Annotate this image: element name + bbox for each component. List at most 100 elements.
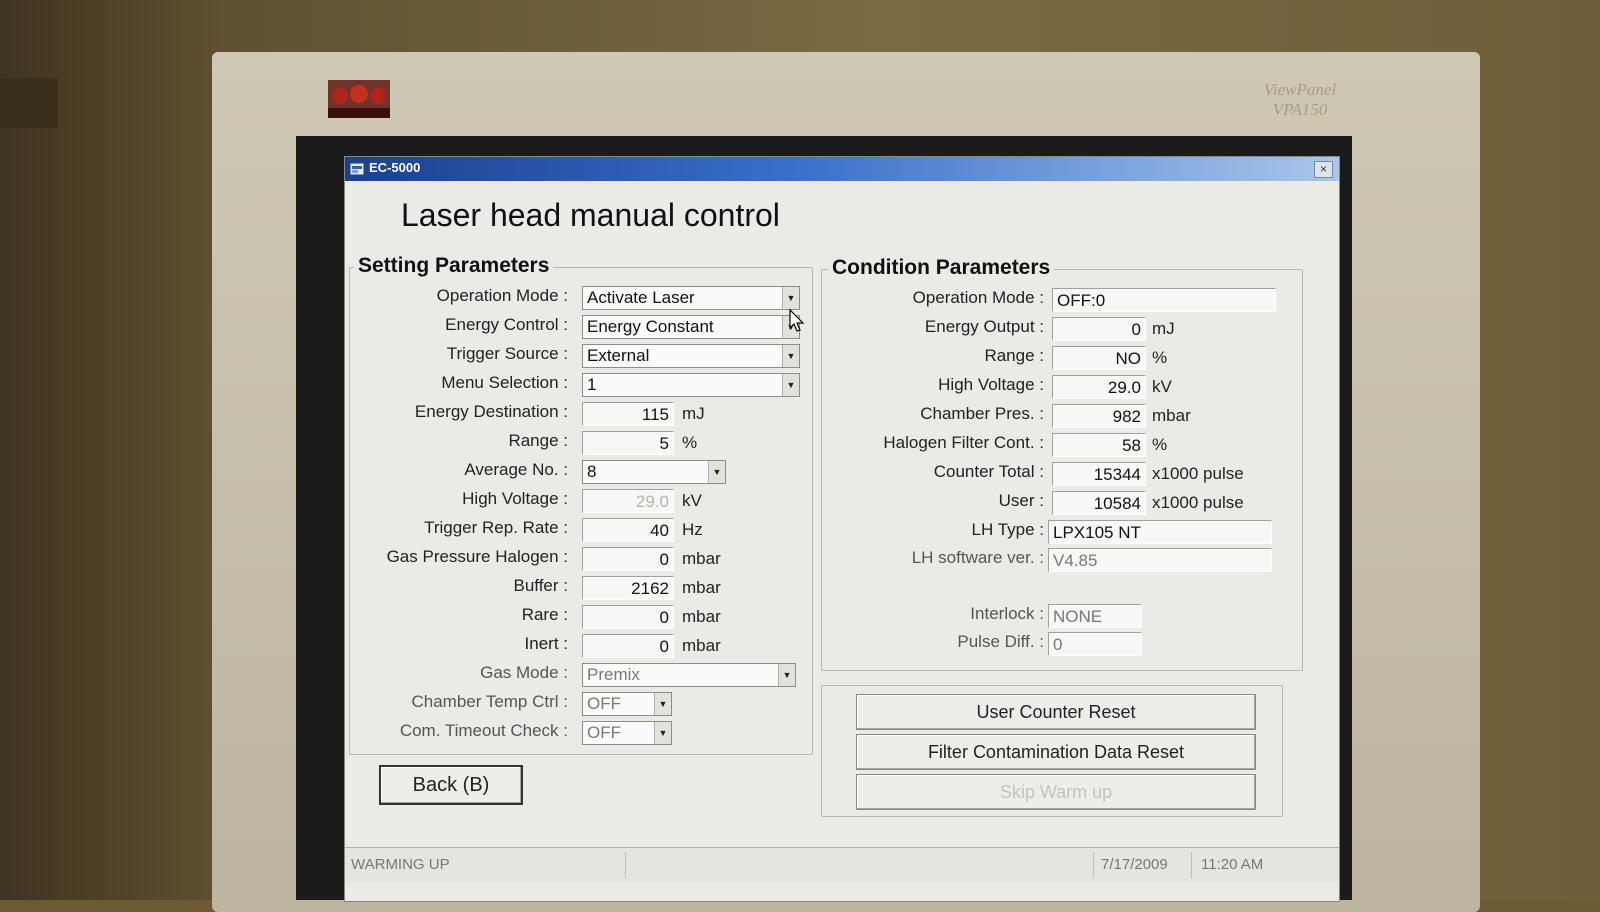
lh-type-label: LH Type : (971, 520, 1044, 539)
chamber-pres-label: Chamber Pres. : (920, 404, 1044, 423)
energy-output-unit: mJ (1152, 319, 1175, 338)
monitor-model-label: ViewPanel VPA150 (1240, 80, 1360, 122)
chamber-temp-ctrl-select[interactable]: OFF ▼ (582, 692, 672, 716)
menu-selection-label: Menu Selection : (441, 373, 568, 392)
buffer-label: Buffer : (513, 576, 569, 595)
filter-contamination-reset-button[interactable]: Filter Contamination Data Reset (856, 734, 1256, 770)
counter-total-field: 15344 (1052, 462, 1146, 486)
cond-high-voltage-field: 29.0 (1052, 375, 1146, 399)
skip-warm-up-button[interactable]: Skip Warm up (856, 774, 1256, 810)
operation-mode-value: Activate Laser (587, 288, 695, 307)
cond-operation-mode-label: Operation Mode : (912, 288, 1044, 307)
status-divider (1093, 852, 1094, 878)
status-message: WARMING UP (351, 856, 450, 873)
cond-range-label: Range : (984, 346, 1044, 365)
user-unit: x1000 pulse (1152, 493, 1244, 512)
condition-parameters-group: Condition Parameters Operation Mode : OF… (821, 256, 1303, 671)
energy-control-select[interactable]: Energy Constant ▼ (582, 315, 800, 339)
pulse-diff-field: 0 (1048, 632, 1142, 656)
counter-total-label: Counter Total : (933, 462, 1044, 481)
halogen-filter-cont-unit: % (1152, 435, 1168, 454)
trigger-rep-rate-field[interactable]: 40 (582, 518, 674, 542)
lh-type-field: LPX105 NT (1048, 520, 1272, 544)
halogen-filter-cont-label: Halogen Filter Cont. : (883, 433, 1044, 452)
range-field[interactable]: 5 (582, 431, 674, 455)
inert-unit: mbar (682, 636, 721, 655)
menu-selection-value: 1 (587, 375, 597, 394)
high-voltage-unit: kV (682, 491, 702, 510)
chevron-down-icon[interactable]: ▼ (778, 664, 795, 686)
chamber-pres-unit: mbar (1152, 406, 1191, 425)
gas-pressure-halogen-field[interactable]: 0 (582, 547, 674, 571)
average-no-label: Average No. : (464, 460, 568, 479)
operation-mode-select[interactable]: Activate Laser ▼ (582, 286, 800, 310)
trigger-source-label: Trigger Source : (446, 344, 568, 363)
user-label: User : (998, 491, 1044, 510)
range-unit: % (682, 433, 698, 452)
back-button[interactable]: Back (B) (379, 765, 523, 805)
operation-mode-label: Operation Mode : (436, 286, 568, 305)
chevron-down-icon[interactable]: ▼ (782, 374, 799, 396)
interlock-field: NONE (1048, 604, 1142, 628)
energy-output-field: 0 (1052, 317, 1146, 341)
buffer-field[interactable]: 2162 (582, 576, 674, 600)
chevron-down-icon[interactable]: ▼ (708, 461, 725, 483)
chevron-down-icon[interactable]: ▼ (654, 722, 671, 744)
energy-control-label: Energy Control : (445, 315, 568, 334)
mouse-cursor-icon (789, 309, 805, 332)
chevron-down-icon[interactable]: ▼ (782, 287, 799, 309)
gas-pressure-halogen-label: Gas Pressure Halogen : (386, 547, 568, 566)
setting-parameters-title: Setting Parameters (354, 254, 554, 278)
rare-label: Rare : (521, 605, 568, 624)
energy-destination-unit: mJ (682, 404, 705, 423)
average-no-select[interactable]: 8 ▼ (582, 460, 726, 484)
lh-software-ver-field: V4.85 (1048, 548, 1272, 572)
status-divider (1191, 852, 1192, 878)
status-date: 7/17/2009 (1101, 856, 1168, 873)
chamber-temp-ctrl-value: OFF (587, 694, 621, 713)
inert-field[interactable]: 0 (582, 634, 674, 658)
high-voltage-field: 29.0 (582, 489, 674, 513)
counter-total-unit: x1000 pulse (1152, 464, 1244, 483)
lh-software-ver-label: LH software ver. : (911, 548, 1044, 567)
user-field: 10584 (1052, 491, 1146, 515)
gas-mode-label: Gas Mode : (480, 663, 568, 682)
title-bar[interactable]: EC-5000 × (345, 157, 1339, 181)
energy-destination-field[interactable]: 115 (582, 402, 674, 426)
chevron-down-icon[interactable]: ▼ (654, 693, 671, 715)
rare-field[interactable]: 0 (582, 605, 674, 629)
trigger-source-value: External (587, 346, 650, 365)
setting-parameters-group: Setting Parameters Operation Mode : Acti… (349, 254, 813, 755)
high-voltage-label: High Voltage : (462, 489, 568, 508)
trigger-rep-rate-unit: Hz (682, 520, 703, 539)
range-label: Range : (508, 431, 568, 450)
close-button[interactable]: × (1314, 161, 1333, 178)
com-timeout-check-select[interactable]: OFF ▼ (582, 721, 672, 745)
cond-operation-mode-field: OFF:0 (1052, 288, 1276, 312)
close-icon: × (1319, 162, 1327, 176)
window-title: EC-5000 (369, 160, 421, 175)
interlock-label: Interlock : (970, 604, 1044, 623)
cond-high-voltage-label: High Voltage : (938, 375, 1044, 394)
model-line-1: ViewPanel (1263, 80, 1337, 99)
energy-output-label: Energy Output : (924, 317, 1044, 336)
reset-buttons-group: User Counter Reset Filter Contamination … (821, 685, 1283, 817)
chevron-down-icon[interactable]: ▼ (782, 345, 799, 367)
halogen-filter-cont-field: 58 (1052, 433, 1146, 457)
chamber-pres-field: 982 (1052, 404, 1146, 428)
com-timeout-check-label: Com. Timeout Check : (399, 721, 568, 740)
chamber-temp-ctrl-label: Chamber Temp Ctrl : (411, 692, 568, 711)
gas-pressure-halogen-unit: mbar (682, 549, 721, 568)
cond-range-unit: % (1152, 348, 1168, 367)
gas-mode-select[interactable]: Premix ▼ (582, 663, 796, 687)
inert-label: Inert : (524, 634, 568, 653)
cond-high-voltage-unit: kV (1152, 377, 1172, 396)
cond-range-field: NO (1052, 346, 1146, 370)
trigger-source-select[interactable]: External ▼ (582, 344, 800, 368)
buffer-unit: mbar (682, 578, 721, 597)
wall-object (0, 78, 58, 128)
menu-selection-select[interactable]: 1 ▼ (582, 373, 800, 397)
user-counter-reset-button[interactable]: User Counter Reset (856, 694, 1256, 730)
condition-parameters-title: Condition Parameters (828, 256, 1055, 280)
average-no-value: 8 (587, 462, 597, 481)
